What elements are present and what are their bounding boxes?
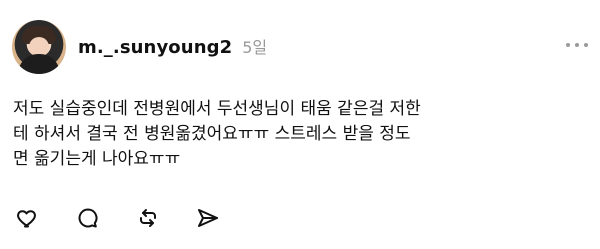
repost-icon[interactable] [135,205,161,231]
comment-icon[interactable] [75,205,101,231]
more-icon[interactable] [566,43,588,47]
post: m._.sunyoung2 5일 저도 실습중인데 전병원에서 두선생님이 태움… [0,0,600,249]
post-time: 5일 [242,38,268,57]
heart-icon[interactable] [15,205,41,231]
more-dot [566,43,570,47]
share-icon[interactable] [195,205,221,231]
post-header: m._.sunyoung2 5일 [78,34,267,58]
username[interactable]: m._.sunyoung2 [78,37,232,58]
post-actions [15,205,221,231]
avatar[interactable] [12,20,66,74]
avatar-body [18,54,60,74]
more-dot [584,43,588,47]
more-dot [575,43,579,47]
post-text: 저도 실습중인데 전병원에서 두선생님이 태움 같은걸 저한 테 하셔서 결국 … [13,99,421,169]
